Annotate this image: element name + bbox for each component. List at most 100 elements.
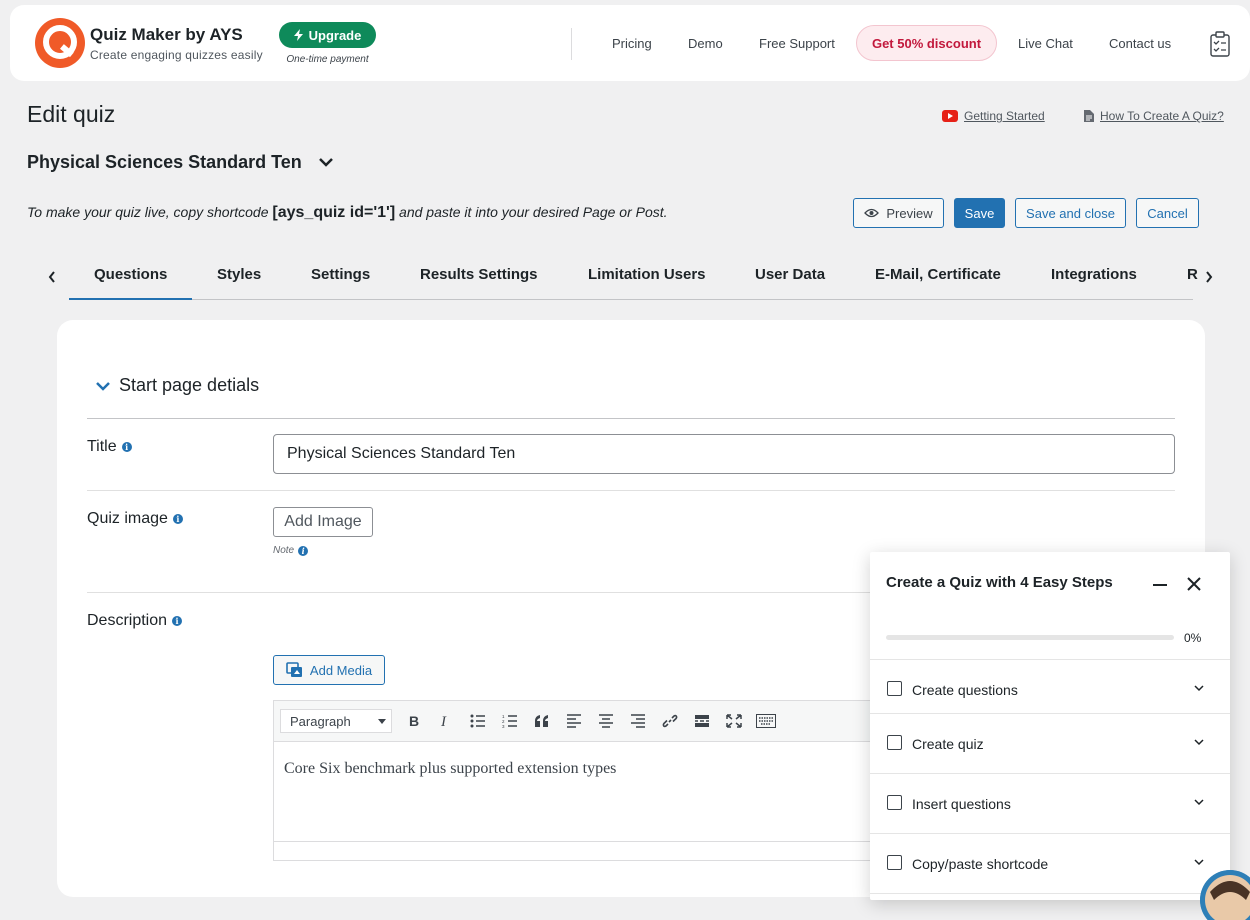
step-checkbox[interactable] bbox=[887, 735, 902, 750]
format-select[interactable]: Paragraph bbox=[280, 709, 392, 733]
step-checkbox[interactable] bbox=[887, 681, 902, 696]
quiz-title-input[interactable] bbox=[273, 434, 1175, 474]
save-and-close-button[interactable]: Save and close bbox=[1015, 198, 1126, 228]
preview-button[interactable]: Preview bbox=[853, 198, 944, 228]
tabs-scroll-left-icon[interactable] bbox=[47, 270, 57, 284]
step-item-create-quiz[interactable]: Create quiz bbox=[870, 713, 1230, 773]
tab-integrations[interactable]: Integrations bbox=[1051, 266, 1137, 283]
document-icon bbox=[1084, 110, 1094, 122]
discount-button[interactable]: Get 50% discount bbox=[856, 25, 997, 61]
quiz-name-heading: Physical Sciences Standard Ten bbox=[27, 152, 302, 172]
chevron-down-icon[interactable] bbox=[318, 157, 334, 167]
info-icon[interactable]: i bbox=[172, 616, 183, 626]
brand-title: Quiz Maker by AYS bbox=[90, 25, 243, 44]
tab-settings[interactable]: Settings bbox=[311, 266, 370, 283]
tab-results-settings[interactable]: Results Settings bbox=[420, 266, 538, 283]
step-checkbox[interactable] bbox=[887, 795, 902, 810]
quiz-image-label: Quiz image i bbox=[87, 510, 183, 528]
tabs-scroll-right-icon[interactable] bbox=[1204, 270, 1214, 284]
nav-live-chat-link[interactable]: Live Chat bbox=[1018, 36, 1073, 51]
info-icon[interactable]: i bbox=[172, 514, 183, 524]
shortcode-value[interactable]: [ays_quiz id='1'] bbox=[272, 204, 395, 221]
tab-limitation-users[interactable]: Limitation Users bbox=[588, 266, 706, 283]
chevron-down-icon[interactable] bbox=[1194, 799, 1204, 806]
eye-icon bbox=[864, 208, 880, 218]
media-icon bbox=[286, 662, 302, 677]
numbered-list-icon[interactable]: 123 bbox=[494, 707, 526, 735]
how-to-create-link[interactable]: How To Create A Quiz? bbox=[1084, 109, 1224, 123]
minimize-icon[interactable] bbox=[1153, 584, 1167, 586]
nav-contact-link[interactable]: Contact us bbox=[1109, 36, 1171, 51]
svg-text:3: 3 bbox=[502, 724, 505, 728]
quiz-steps-panel: Create a Quiz with 4 Easy Steps 0% Creat… bbox=[870, 552, 1230, 900]
bold-icon[interactable]: B bbox=[398, 707, 430, 735]
step-item-copy-shortcode[interactable]: Copy/paste shortcode bbox=[870, 833, 1230, 893]
shortcode-suffix: and paste it into your desired Page or P… bbox=[399, 204, 668, 220]
tab-more[interactable]: R bbox=[1187, 266, 1198, 283]
getting-started-link[interactable]: Getting Started bbox=[942, 109, 1045, 123]
link-icon[interactable] bbox=[654, 707, 686, 735]
section-divider bbox=[87, 418, 1175, 419]
add-media-button[interactable]: Add Media bbox=[273, 655, 385, 685]
chevron-down-icon[interactable] bbox=[1194, 859, 1204, 866]
shortcode-prefix: To make your quiz live, copy shortcode bbox=[27, 204, 269, 220]
tab-styles[interactable]: Styles bbox=[217, 266, 261, 283]
close-icon[interactable] bbox=[1186, 576, 1202, 592]
tabs-divider bbox=[69, 299, 1193, 300]
bullet-list-icon[interactable] bbox=[462, 707, 494, 735]
svg-text:B: B bbox=[409, 714, 419, 728]
read-more-icon[interactable] bbox=[686, 707, 718, 735]
upgrade-subtitle: One-time payment bbox=[286, 54, 369, 65]
chevron-down-icon[interactable] bbox=[1194, 739, 1204, 746]
getting-started-label: Getting Started bbox=[964, 109, 1045, 123]
caret-down-icon bbox=[378, 718, 386, 724]
step-checkbox[interactable] bbox=[887, 855, 902, 870]
step-label: Create quiz bbox=[912, 736, 984, 752]
nav-demo-link[interactable]: Demo bbox=[688, 36, 723, 51]
blockquote-icon[interactable] bbox=[526, 707, 558, 735]
nav-free-support-link[interactable]: Free Support bbox=[759, 36, 835, 51]
nav-pricing-link[interactable]: Pricing bbox=[612, 36, 652, 51]
add-media-label: Add Media bbox=[309, 662, 373, 678]
align-right-icon[interactable] bbox=[622, 707, 654, 735]
upgrade-label: Upgrade bbox=[308, 27, 362, 43]
cancel-button[interactable]: Cancel bbox=[1136, 198, 1199, 228]
how-to-create-label: How To Create A Quiz? bbox=[1100, 109, 1224, 123]
preview-label: Preview bbox=[886, 205, 933, 221]
description-label: Description i bbox=[87, 612, 183, 630]
section-title: Start page detials bbox=[119, 375, 260, 395]
tab-user-data[interactable]: User Data bbox=[755, 266, 825, 283]
keyboard-icon[interactable] bbox=[750, 707, 782, 735]
chevron-down-icon[interactable] bbox=[1194, 685, 1204, 692]
align-left-icon[interactable] bbox=[558, 707, 590, 735]
step-item-insert-questions[interactable]: Insert questions bbox=[870, 773, 1230, 833]
align-center-icon[interactable] bbox=[590, 707, 622, 735]
row-divider bbox=[87, 490, 1175, 491]
info-icon[interactable]: i bbox=[121, 442, 132, 452]
image-note: Note i bbox=[273, 545, 309, 556]
shortcode-instructions: To make your quiz live, copy shortcode [… bbox=[27, 204, 668, 222]
steps-progress-label: 0% bbox=[1184, 631, 1202, 645]
fullscreen-icon[interactable] bbox=[718, 707, 750, 735]
italic-icon[interactable]: I bbox=[430, 707, 462, 735]
tab-email-certificate[interactable]: E-Mail, Certificate bbox=[875, 266, 1001, 283]
steps-panel-title: Create a Quiz with 4 Easy Steps bbox=[886, 574, 1113, 591]
add-image-button[interactable]: Add Image bbox=[273, 507, 373, 537]
info-icon[interactable]: i bbox=[298, 545, 309, 556]
description-label-text: Description bbox=[87, 612, 168, 629]
quiz-image-label-text: Quiz image bbox=[87, 510, 168, 527]
save-button[interactable]: Save bbox=[954, 198, 1005, 228]
upgrade-button[interactable]: Upgrade bbox=[279, 22, 376, 48]
brand-subtitle: Create engaging quizzes easily bbox=[90, 48, 263, 62]
quiz-maker-logo-icon[interactable] bbox=[35, 18, 85, 68]
clipboard-checklist-icon[interactable] bbox=[1210, 31, 1230, 57]
steps-panel-bottom-divider bbox=[870, 893, 1230, 900]
top-bar: Quiz Maker by AYS Create engaging quizze… bbox=[10, 5, 1250, 81]
tab-questions[interactable]: Questions bbox=[94, 266, 167, 283]
start-page-details-toggle[interactable]: Start page detials bbox=[95, 375, 259, 396]
lightning-icon bbox=[293, 29, 303, 41]
steps-progress-bar bbox=[886, 635, 1174, 640]
step-item-create-questions[interactable]: Create questions bbox=[870, 659, 1230, 719]
step-label: Insert questions bbox=[912, 796, 1011, 812]
format-value: Paragraph bbox=[290, 713, 351, 729]
